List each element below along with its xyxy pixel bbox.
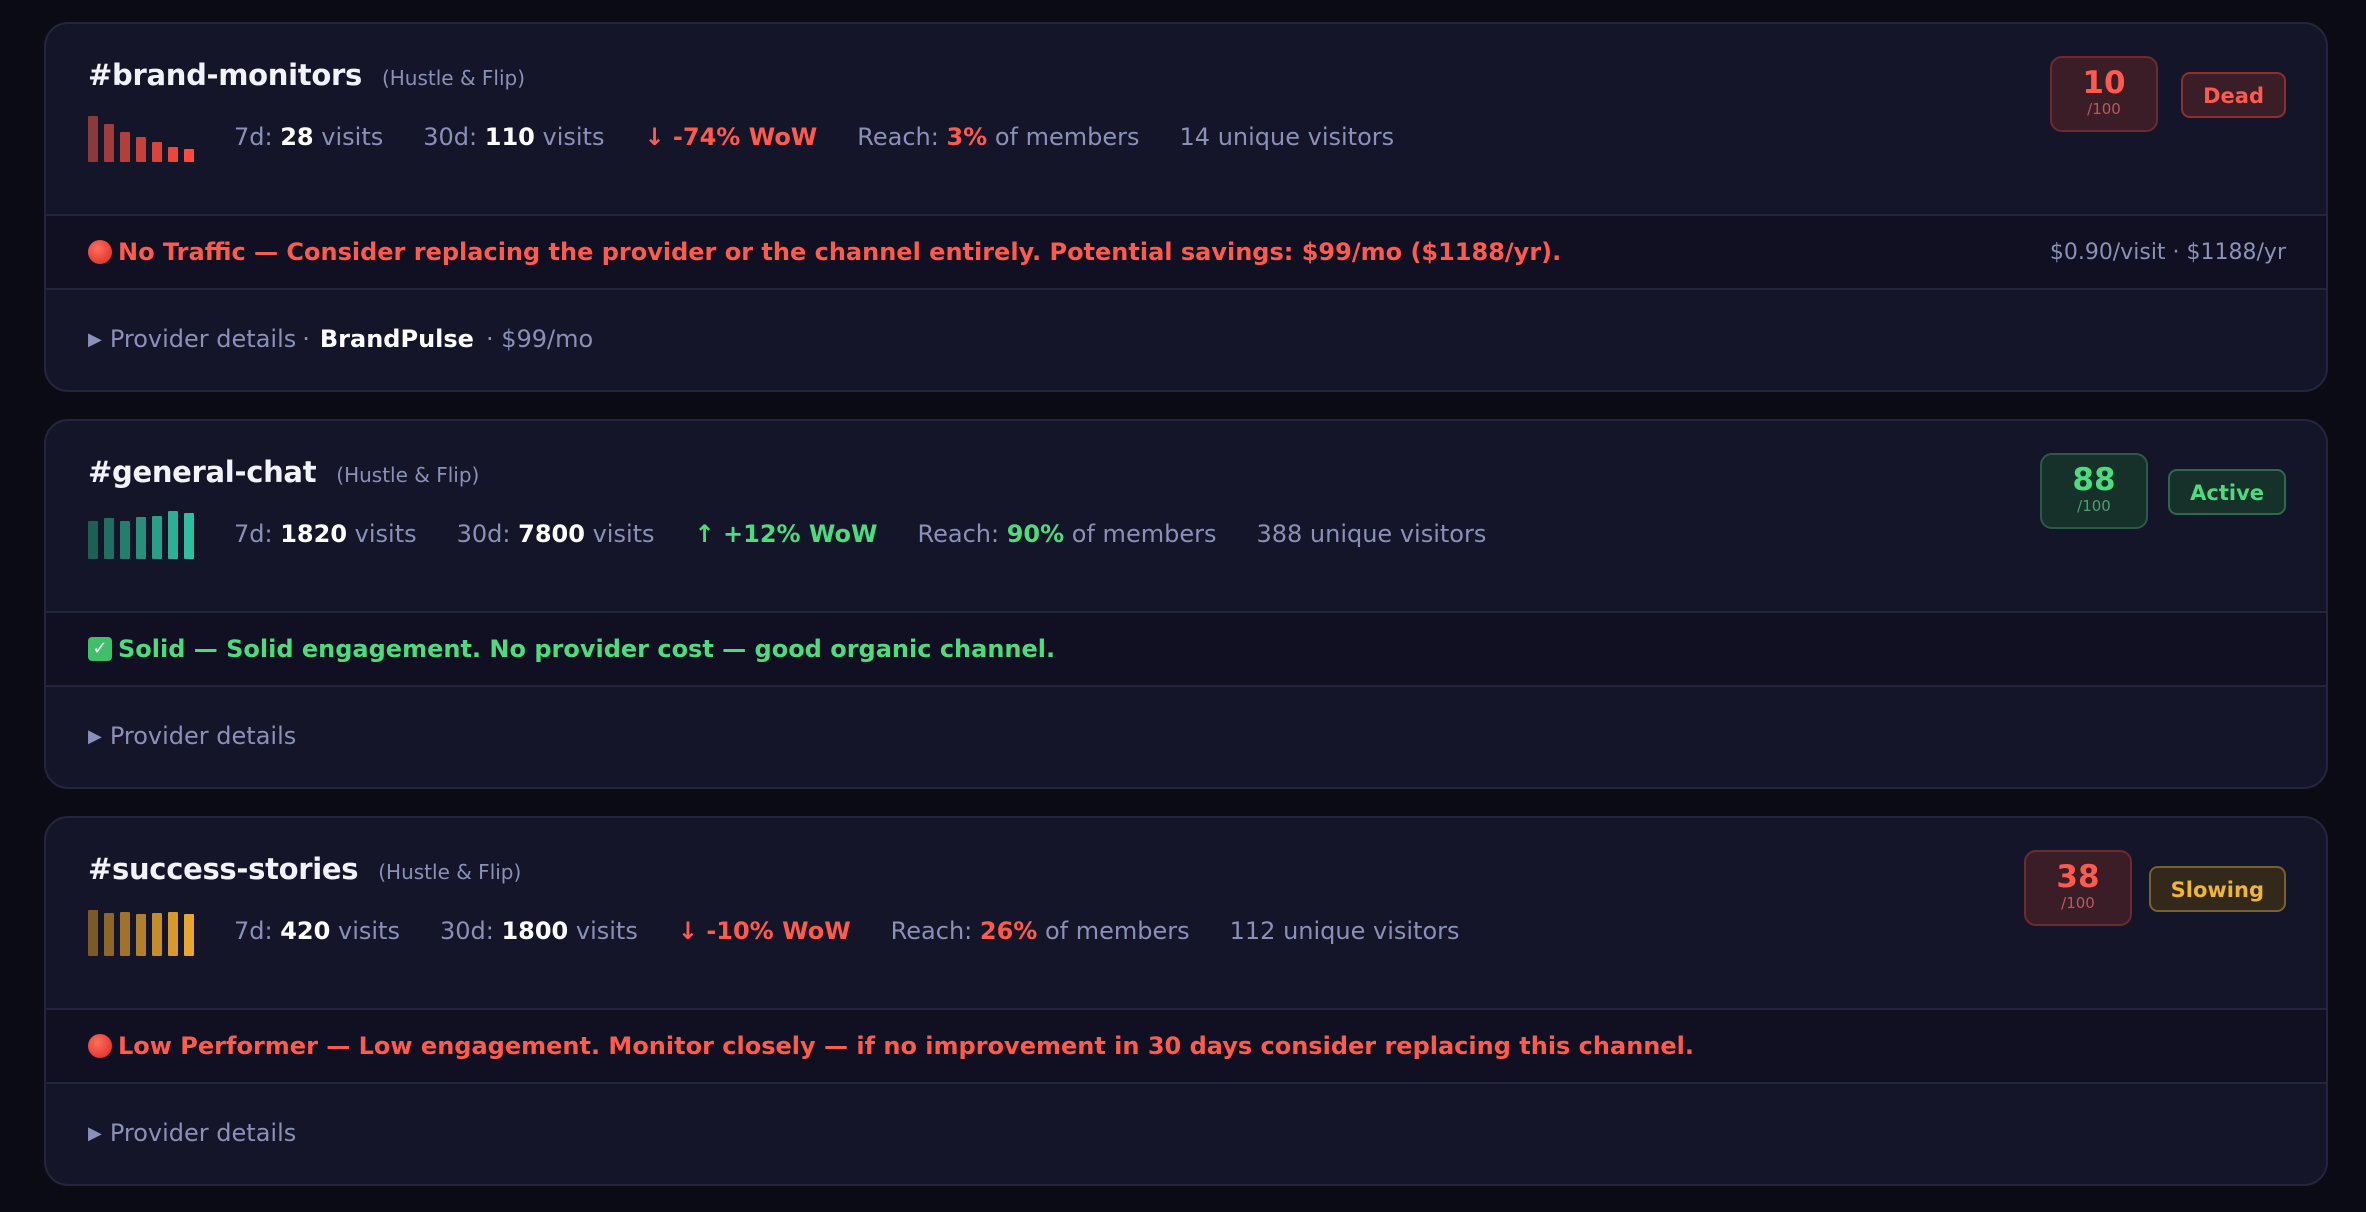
channel-card: #brand-monitors (Hustle & Flip) 7d: 28 v…: [44, 22, 2328, 392]
reach-stat: Reach: 90% of members: [917, 520, 1217, 548]
alert-bar: Low Performer — Low engagement. Monitor …: [46, 1008, 2326, 1084]
alert-text: No Traffic — Consider replacing the prov…: [118, 238, 1562, 266]
channel-name[interactable]: #success-stories: [88, 852, 359, 886]
reach-stat: Reach: 26% of members: [890, 917, 1190, 945]
sparkline-bar: [168, 147, 178, 162]
channel-card: #success-stories (Hustle & Flip) 7d: 420…: [44, 816, 2328, 1186]
alert-text: Solid — Solid engagement. No provider co…: [118, 635, 1056, 663]
unique-visitors: 112 unique visitors: [1229, 917, 1460, 945]
sparkline-bar: [120, 132, 130, 162]
activity-sparkline: [88, 112, 196, 162]
sparkline-bar: [152, 913, 162, 956]
expand-triangle-icon: ▶: [88, 1122, 102, 1144]
alert-bar: ✓ Solid — Solid engagement. No provider …: [46, 611, 2326, 687]
red-circle-icon: [88, 1034, 112, 1058]
sparkline-bar: [168, 511, 178, 559]
separator: ·: [302, 325, 310, 353]
red-circle-icon: [88, 240, 112, 264]
status-badge: Slowing: [2148, 866, 2286, 912]
visits-30d: 30d: 7800 visits: [456, 520, 655, 548]
trend-indicator: ↓ -10% WoW: [677, 917, 851, 945]
sparkline-bar: [184, 914, 194, 956]
sparkline-bar: [152, 142, 162, 162]
channel-card: #general-chat (Hustle & Flip) 7d: 1820 v…: [44, 419, 2328, 789]
channel-name[interactable]: #general-chat: [88, 455, 317, 489]
status-badge: Active: [2168, 469, 2286, 515]
unique-visitors: 14 unique visitors: [1179, 123, 1395, 151]
activity-sparkline: [88, 906, 196, 956]
sparkline-bar: [120, 521, 130, 559]
score-box: 10 /100: [2050, 56, 2158, 132]
sparkline-bar: [104, 913, 114, 956]
activity-sparkline: [88, 509, 196, 559]
visits-7d: 7d: 1820 visits: [234, 520, 417, 548]
provider-name: BrandPulse: [319, 325, 474, 353]
channel-org: (Hustle & Flip): [378, 860, 522, 884]
sparkline-bar: [120, 912, 130, 956]
score-denominator: /100: [2087, 100, 2121, 118]
check-mark-icon: ✓: [88, 637, 112, 661]
visits-30d: 30d: 110 visits: [423, 123, 605, 151]
sparkline-bar: [88, 910, 98, 956]
channel-org: (Hustle & Flip): [336, 463, 480, 487]
sparkline-bar: [184, 513, 194, 559]
unique-visitors: 388 unique visitors: [1256, 520, 1487, 548]
cost-per-visit: $0.90/visit · $1188/yr: [2049, 239, 2286, 265]
provider-cost: · $99/mo: [485, 325, 594, 353]
sparkline-bar: [152, 516, 162, 559]
trend-indicator: ↑ +12% WoW: [694, 520, 878, 548]
sparkline-bar: [88, 116, 98, 162]
sparkline-bar: [104, 124, 114, 162]
reach-stat: Reach: 3% of members: [857, 123, 1140, 151]
score-value: 10: [2082, 65, 2126, 101]
score-box: 88 /100: [2040, 453, 2148, 529]
provider-details-toggle[interactable]: ▶ Provider details: [46, 1084, 2326, 1180]
sparkline-bar: [104, 518, 114, 559]
visits-7d: 7d: 28 visits: [234, 123, 384, 151]
sparkline-bar: [136, 914, 146, 956]
visits-7d: 7d: 420 visits: [234, 917, 400, 945]
expand-triangle-icon: ▶: [88, 328, 102, 350]
status-badge: Dead: [2181, 72, 2286, 118]
expand-triangle-icon: ▶: [88, 725, 102, 747]
channel-name[interactable]: #brand-monitors: [88, 58, 362, 92]
provider-details-toggle[interactable]: ▶ Provider details: [46, 687, 2326, 783]
sparkline-bar: [168, 912, 178, 956]
alert-text: Low Performer — Low engagement. Monitor …: [118, 1032, 1694, 1060]
score-value: 38: [2056, 859, 2100, 895]
provider-details-toggle[interactable]: ▶ Provider details · BrandPulse · $99/mo: [46, 290, 2326, 386]
provider-details-label: Provider details: [109, 722, 297, 750]
visits-30d: 30d: 1800 visits: [439, 917, 638, 945]
sparkline-bar: [88, 521, 98, 559]
provider-details-label: Provider details: [109, 1119, 297, 1147]
sparkline-bar: [184, 149, 194, 162]
score-denominator: /100: [2061, 894, 2095, 912]
score-box: 38 /100: [2024, 850, 2132, 926]
sparkline-bar: [136, 137, 146, 162]
trend-indicator: ↓ -74% WoW: [644, 123, 818, 151]
provider-details-label: Provider details: [109, 325, 297, 353]
channel-org: (Hustle & Flip): [381, 66, 526, 90]
score-denominator: /100: [2077, 497, 2111, 515]
score-value: 88: [2072, 462, 2116, 498]
alert-bar: No Traffic — Consider replacing the prov…: [46, 214, 2326, 290]
sparkline-bar: [136, 517, 146, 559]
channel-list: #brand-monitors (Hustle & Flip) 7d: 28 v…: [0, 0, 2366, 1212]
